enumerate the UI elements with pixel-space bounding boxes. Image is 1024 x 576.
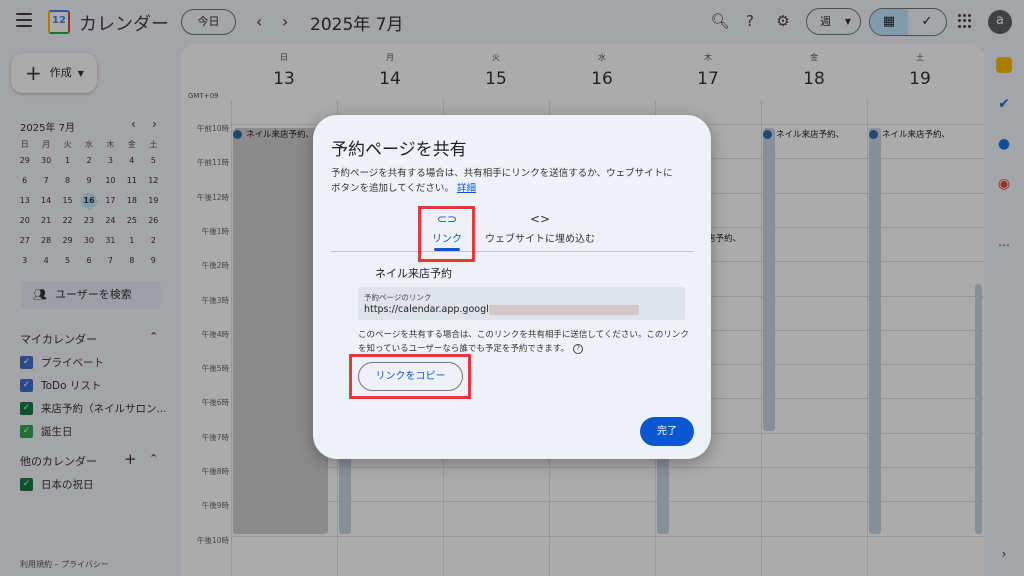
details-link[interactable]: 詳細 bbox=[457, 183, 476, 194]
dialog-title: 予約ページを共有 bbox=[331, 140, 467, 160]
tab-divider bbox=[331, 251, 694, 252]
help-icon[interactable]: ? bbox=[573, 343, 584, 354]
done-button[interactable]: 完了 bbox=[640, 417, 694, 446]
link-url: https://calendar.app.google/ bbox=[364, 304, 498, 315]
redacted-link-part bbox=[489, 305, 639, 315]
link-field-label: 予約ページのリンク bbox=[364, 293, 432, 302]
dialog-description: 予約ページを共有する場合は、共有相手にリンクを送信するか、ウェブサイトにボタンを… bbox=[331, 168, 673, 194]
share-booking-dialog: 予約ページを共有 予約ページを共有する場合は、共有相手にリンクを送信するか、ウェ… bbox=[313, 115, 711, 459]
share-help-text: このページを共有する場合は、このリンクを共有相手に送信してください。このリンクを… bbox=[358, 330, 689, 354]
booking-page-name: ネイル来店予約 bbox=[375, 267, 452, 280]
code-icon: <> bbox=[529, 212, 551, 226]
highlight-box-link-tab bbox=[418, 206, 475, 262]
highlight-box-copy-button bbox=[349, 354, 471, 399]
tab-embed[interactable]: <> ウェブサイトに埋め込む bbox=[480, 212, 600, 245]
booking-link-field[interactable]: 予約ページのリンク https://calendar.app.google/ bbox=[358, 287, 685, 320]
